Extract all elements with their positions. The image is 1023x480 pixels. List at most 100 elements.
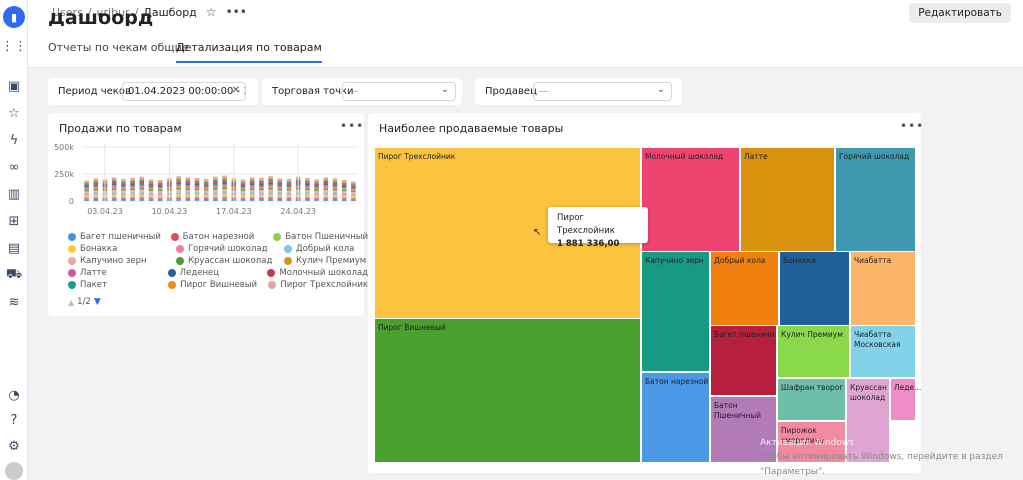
bar-segment xyxy=(314,196,319,199)
bar-segment xyxy=(139,196,145,198)
bar-segment xyxy=(341,198,347,200)
treemap-cell[interactable]: Круассан шоколад xyxy=(847,379,889,462)
legend-item[interactable]: Багет пшеничный xyxy=(68,231,163,243)
bar-segment xyxy=(130,197,135,200)
bar-segment xyxy=(249,180,255,182)
collections-icon[interactable]: ▣ xyxy=(5,77,23,95)
legend-item[interactable]: Леденец xyxy=(167,267,260,279)
treemap-cell[interactable]: Латте xyxy=(741,148,834,251)
bar-segment xyxy=(341,191,347,193)
treemap-cell[interactable]: Пирог Вишневый xyxy=(375,319,640,462)
bar-segment xyxy=(93,181,99,183)
bar-segment xyxy=(222,180,227,183)
edit-button[interactable]: Редактировать xyxy=(909,3,1011,23)
treemap-cell[interactable]: Батон нарезной xyxy=(642,373,709,462)
bar-segment xyxy=(185,185,191,187)
pager-up-icon[interactable]: ▲ xyxy=(68,298,74,307)
bar-segment xyxy=(305,180,310,183)
favorite-star-icon[interactable]: ☆ xyxy=(206,5,217,19)
bar-segment xyxy=(130,188,135,191)
store-select[interactable]: — ⌄ xyxy=(342,82,456,101)
legend-label: Леденец xyxy=(179,268,220,278)
help-icon[interactable]: ? xyxy=(5,411,23,429)
treemap-cell[interactable]: Горячий шоколад xyxy=(836,148,915,251)
bar-segment xyxy=(305,194,310,197)
sales-by-product-card: Продажи по товарам ••• 0 250k 500k 03.04.23… xyxy=(48,113,368,316)
legend-item[interactable]: Латте xyxy=(68,267,160,279)
bar-segment xyxy=(277,193,283,195)
legend-item[interactable]: Батон Пшеничный xyxy=(273,231,368,243)
bar-segment xyxy=(332,190,338,192)
more-options-icon[interactable]: ••• xyxy=(226,5,247,19)
period-input[interactable]: 01.04.2023 00:00:00 - 30. ✕ xyxy=(122,82,246,101)
settings-sliders-icon[interactable]: ≋ xyxy=(5,293,23,311)
treemap-cell[interactable]: Чиабатта xyxy=(851,252,915,325)
treemap-cell[interactable]: Молочный шоколад xyxy=(642,148,739,251)
bar-segment xyxy=(341,193,347,196)
tab-product-details[interactable]: Детализация по товарам xyxy=(176,41,322,63)
legend-item[interactable]: Бонакка xyxy=(68,243,168,255)
bar-segment xyxy=(286,183,292,185)
apps-grid-icon[interactable]: ⋮⋮ xyxy=(1,37,27,55)
card-menu-icon[interactable]: ••• xyxy=(340,119,364,133)
bar-segment xyxy=(314,190,319,193)
charts-icon[interactable]: ▥ xyxy=(5,185,23,203)
star-icon[interactable]: ☆ xyxy=(5,104,23,122)
tab-receipts-general[interactable]: Отчеты по чекам общие xyxy=(48,41,189,61)
dashboards-icon[interactable]: ⊞ xyxy=(5,212,23,230)
legend-item[interactable]: Круассан шоколад xyxy=(176,255,276,267)
bar-segment xyxy=(305,182,310,184)
bar-segment xyxy=(249,183,255,186)
bar-segment xyxy=(259,183,264,186)
gear-icon[interactable]: ⚙ xyxy=(5,437,23,455)
bar-segment xyxy=(268,189,273,192)
app-logo-icon[interactable]: ▮ xyxy=(3,6,25,28)
bar-segment xyxy=(314,193,319,196)
legend-item[interactable]: Кулич Премиум xyxy=(284,255,366,267)
bar-segment xyxy=(203,178,209,181)
bar-segment xyxy=(93,190,99,192)
connections-icon[interactable]: ∞ xyxy=(5,158,23,176)
clear-icon[interactable]: ✕ xyxy=(232,85,240,96)
legend-item[interactable]: Пакет xyxy=(68,279,160,291)
bar-segment xyxy=(222,197,227,200)
bar-segment xyxy=(277,181,283,183)
treemap-cell-label: Батон Пшеничный xyxy=(714,401,762,420)
cart-icon[interactable]: ⛟ xyxy=(5,266,23,284)
legend-item[interactable]: Батон нарезной xyxy=(170,231,266,243)
pager-down-icon[interactable]: ▼ xyxy=(94,297,101,307)
seller-select[interactable]: — ⌄ xyxy=(533,82,672,101)
lightning-icon[interactable]: ϟ xyxy=(5,131,23,149)
treemap-cell[interactable]: Леде... xyxy=(891,379,921,420)
bell-icon[interactable]: ◔ xyxy=(5,386,23,404)
datasets-icon[interactable]: ▤ xyxy=(5,239,23,257)
legend-swatch xyxy=(68,245,76,253)
avatar[interactable] xyxy=(5,462,23,480)
bar-segment xyxy=(213,183,218,185)
bar-segment xyxy=(121,186,126,188)
legend-item[interactable]: Горячий шоколад xyxy=(176,243,276,255)
legend-label: Багет пшеничный xyxy=(80,232,161,242)
bar-segment xyxy=(277,194,283,197)
treemap-cell[interactable]: Кулич Премиум xyxy=(778,326,849,377)
legend-item[interactable]: Капучино зерн xyxy=(68,255,168,267)
treemap-cell[interactable]: Шафран творог xyxy=(778,379,845,420)
legend-item[interactable]: Добрый кола xyxy=(284,243,354,255)
treemap-cell[interactable]: Багет пшеничн xyxy=(711,326,776,395)
bar-segment xyxy=(332,178,338,180)
treemap-cell[interactable]: Добрый кола xyxy=(711,252,778,325)
bar-segment xyxy=(286,190,292,193)
treemap-cell[interactable]: Бонакка xyxy=(780,252,849,325)
legend-item[interactable]: Пирог Вишневый xyxy=(168,279,260,291)
bar-segment xyxy=(176,192,181,195)
bar-segment xyxy=(111,194,117,197)
bar-segment xyxy=(121,184,126,187)
treemap-cell[interactable]: Капучино зерн xyxy=(642,252,709,371)
treemap-cell[interactable]: Чиабатта Московская xyxy=(851,326,915,377)
card-menu-icon[interactable]: ••• xyxy=(900,119,924,133)
legend-item[interactable]: Молочный шоколад xyxy=(267,267,368,279)
bar-segment xyxy=(194,197,200,200)
legend-swatch xyxy=(273,233,282,241)
bar-segment xyxy=(84,183,89,185)
legend-item[interactable]: Пирог Трехслойник xyxy=(268,279,368,291)
